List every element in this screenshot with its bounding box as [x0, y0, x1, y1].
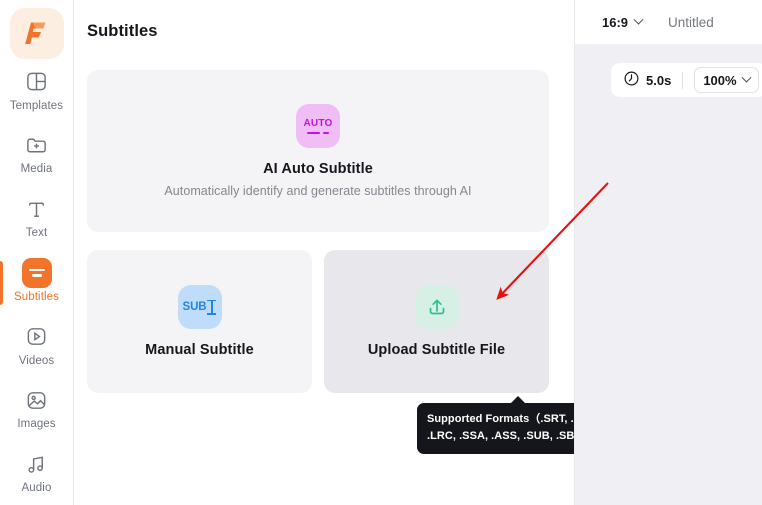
upload-subtitle-file-card[interactable]: Upload Subtitle File: [324, 250, 549, 393]
manual-subtitle-card[interactable]: SUB Manual Subtitle: [87, 250, 312, 393]
sidebar-item-subtitles[interactable]: Subtitles: [0, 250, 73, 314]
card-title: Manual Subtitle: [145, 342, 254, 358]
text-caret-icon: [207, 299, 217, 315]
chevron-down-icon: [633, 14, 644, 25]
sidebar-item-label: Videos: [18, 354, 55, 367]
upload-arrow-icon: [414, 285, 459, 329]
subtitles-icon: [21, 257, 52, 288]
media-folder-plus-icon: [25, 132, 48, 158]
logo-f-icon: [24, 22, 45, 45]
sub-icon-text: SUB: [182, 301, 207, 313]
clock-icon: [623, 70, 640, 90]
image-picture-icon: [25, 387, 48, 413]
sidebar-item-templates[interactable]: Templates: [0, 59, 73, 123]
zoom-value: 100%: [703, 72, 737, 88]
sidebar-item-label: Subtitles: [13, 290, 59, 303]
sidebar-item-label: Audio: [21, 482, 52, 495]
preview-controls: 5.0s 100%: [611, 63, 762, 97]
card-title: Upload Subtitle File: [367, 342, 506, 358]
auto-subtitle-icon: AUTO: [296, 104, 340, 148]
project-name[interactable]: Untitled: [668, 15, 714, 30]
auto-icon-text: AUTO: [303, 117, 333, 129]
page-title: Subtitles: [87, 22, 158, 40]
preview-toolbar-top: 16:9 Untitled: [575, 0, 762, 44]
sidebar-item-audio[interactable]: Audio: [0, 441, 73, 505]
duration-value: 5.0s: [646, 72, 672, 88]
sidebar-item-videos[interactable]: Videos: [0, 314, 73, 378]
ai-auto-subtitle-card[interactable]: AUTO AI Auto Subtitle Automatically iden…: [87, 70, 549, 232]
sidebar-item-label: Media: [20, 163, 53, 176]
subtitle-options-row: SUB Manual Subtitle Upload Subtitle File: [87, 250, 549, 393]
sidebar-item-label: Images: [17, 418, 56, 431]
text-t-icon: [25, 196, 48, 222]
sidebar-item-text[interactable]: Text: [0, 186, 73, 250]
preview-panel: 16:9 Untitled 5.0s 100%: [574, 0, 762, 505]
audio-music-note-icon: [25, 451, 48, 477]
divider: [682, 71, 684, 89]
card-title: AI Auto Subtitle: [263, 161, 373, 177]
chevron-down-icon: [741, 72, 752, 83]
templates-icon: [25, 69, 48, 95]
left-nav-rail: Templates Media Text Subtitles Videos Im…: [0, 0, 74, 505]
duration-display[interactable]: 5.0s: [623, 70, 671, 90]
video-play-icon: [25, 324, 48, 350]
aspect-ratio-value: 16:9: [602, 14, 629, 30]
zoom-level-select[interactable]: 100%: [694, 67, 759, 93]
sidebar-item-media[interactable]: Media: [0, 122, 73, 186]
subtitle-options-list: AUTO AI Auto Subtitle Automatically iden…: [87, 70, 549, 393]
card-subtitle: Automatically identify and generate subt…: [164, 184, 472, 198]
sidebar-item-label: Text: [25, 227, 48, 240]
aspect-ratio-select[interactable]: 16:9: [602, 14, 644, 30]
sidebar-item-images[interactable]: Images: [0, 377, 73, 441]
sidebar-item-label: Templates: [9, 99, 64, 112]
app-logo[interactable]: [9, 8, 64, 59]
editor-window: Templates Media Text Subtitles Videos Im…: [0, 0, 762, 505]
manual-subtitle-icon: SUB: [177, 285, 222, 329]
subtitles-panel: Subtitles AUTO AI Auto Subtitle Automati…: [74, 0, 617, 505]
